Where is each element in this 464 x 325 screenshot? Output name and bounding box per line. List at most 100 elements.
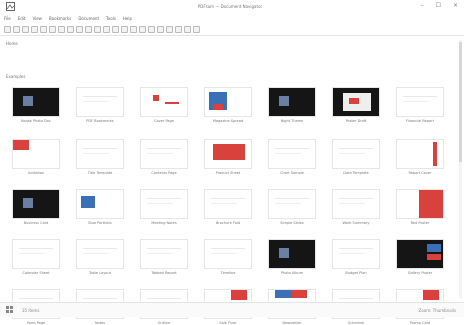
- toolbar-button-icon[interactable]: [31, 25, 38, 33]
- document-thumbnail[interactable]: [12, 87, 60, 117]
- breadcrumb[interactable]: Home: [6, 41, 18, 46]
- toolbar-button-icon[interactable]: [139, 25, 146, 33]
- toolbar-button-icon[interactable]: [175, 25, 182, 33]
- app-icon[interactable]: [6, 2, 15, 14]
- document-thumbnail[interactable]: [140, 87, 188, 117]
- toolbar-button-icon[interactable]: [166, 25, 173, 33]
- document-thumbnail[interactable]: [268, 139, 316, 169]
- document-thumbnail[interactable]: [204, 139, 252, 169]
- toolbar-button-icon[interactable]: [76, 25, 83, 33]
- toolbar-button-icon[interactable]: [13, 25, 20, 33]
- maximize-button[interactable]: ☐: [436, 2, 441, 9]
- thumbnail-caption: Invitation: [27, 171, 45, 175]
- grid-view-icon[interactable]: [6, 306, 14, 316]
- thumbnail-line: [339, 198, 373, 199]
- document-thumbnail[interactable]: [76, 139, 124, 169]
- thumbnail-line: [83, 248, 117, 249]
- thumbnail-caption: PDF Bookmarks: [86, 119, 114, 123]
- toolbar-divider: [0, 35, 464, 36]
- thumbnail-line: [339, 203, 365, 204]
- document-thumbnail[interactable]: [140, 189, 188, 219]
- document-thumbnail[interactable]: [204, 239, 252, 269]
- toolbar-button-icon[interactable]: [184, 25, 191, 33]
- document-thumbnail[interactable]: [140, 139, 188, 169]
- thumbnail-graphic: [419, 190, 443, 218]
- document-thumbnail[interactable]: [12, 189, 60, 219]
- document-thumbnail[interactable]: [76, 87, 124, 117]
- menu-document[interactable]: Document: [78, 16, 99, 24]
- document-thumbnail[interactable]: [332, 87, 380, 117]
- document-thumbnail[interactable]: [396, 189, 444, 219]
- thumbnail-caption: Data Template: [343, 171, 369, 175]
- document-thumbnail[interactable]: [268, 189, 316, 219]
- toolbar-button-icon[interactable]: [94, 25, 101, 33]
- document-thumbnail[interactable]: [12, 139, 60, 169]
- document-thumbnail[interactable]: [268, 239, 316, 269]
- document-thumbnail[interactable]: [396, 139, 444, 169]
- thumbnail-line: [275, 153, 301, 154]
- status-text: 35 items: [22, 308, 40, 313]
- thumbnail-line: [83, 253, 109, 254]
- menu-tools[interactable]: Tools: [106, 16, 116, 24]
- document-thumbnail[interactable]: [332, 139, 380, 169]
- menu-file[interactable]: File: [4, 16, 11, 24]
- thumbnail-line: [211, 253, 237, 254]
- thumbnail-line: [403, 96, 437, 97]
- thumbnail-graphic: [291, 290, 307, 298]
- thumbnail-caption: Form Page: [26, 321, 46, 325]
- toolbar-button-icon[interactable]: [121, 25, 128, 33]
- toolbar-button-icon[interactable]: [58, 25, 65, 33]
- document-thumbnail[interactable]: [12, 239, 60, 269]
- thumbnail-graphic: [23, 198, 33, 208]
- toolbar-button-icon[interactable]: [40, 25, 47, 33]
- thumbnail-graphic: [213, 104, 223, 110]
- toolbar-button-icon[interactable]: [22, 25, 29, 33]
- thumbnail-graphic: [213, 144, 245, 160]
- menu-bookmarks[interactable]: Bookmarks: [49, 16, 71, 24]
- minimize-button[interactable]: –: [421, 2, 424, 9]
- document-thumbnail[interactable]: [332, 239, 380, 269]
- menu-help[interactable]: Help: [123, 16, 132, 24]
- document-thumbnail[interactable]: [204, 189, 252, 219]
- document-thumbnail[interactable]: [396, 239, 444, 269]
- scrollbar-thumb[interactable]: [459, 42, 462, 162]
- thumbnail-line: [147, 253, 173, 254]
- toolbar-button-icon[interactable]: [130, 25, 137, 33]
- document-thumbnail[interactable]: [268, 87, 316, 117]
- thumbnail-line: [19, 253, 45, 254]
- toolbar-button-icon[interactable]: [148, 25, 155, 33]
- toolbar-button-icon[interactable]: [67, 25, 74, 33]
- thumbnail-grid: Kodak Photo Doc PDF Bookmarks Cover Page Ma…: [12, 87, 452, 325]
- thumbnail-line: [211, 248, 245, 249]
- toolbar-button-icon[interactable]: [49, 25, 56, 33]
- toolbar-button-icon[interactable]: [157, 25, 164, 33]
- close-button[interactable]: ×: [453, 2, 458, 9]
- toolbar-button-icon[interactable]: [85, 25, 92, 33]
- thumbnail-caption: Financial Report: [405, 119, 435, 123]
- menu-view[interactable]: View: [32, 16, 42, 24]
- thumbnail-caption: Poster Draft: [345, 119, 367, 123]
- thumbnail-line: [211, 198, 245, 199]
- thumbnail-caption: Contents Page: [151, 171, 177, 175]
- document-thumbnail[interactable]: [140, 239, 188, 269]
- document-thumbnail[interactable]: [204, 87, 252, 117]
- zoom-status[interactable]: Zoom: Thumbnails: [419, 308, 456, 313]
- thumbnail-line: [147, 198, 181, 199]
- document-thumbnail[interactable]: [332, 189, 380, 219]
- toolbar-button-icon[interactable]: [4, 25, 11, 33]
- thumbnail-graphic: [165, 102, 179, 104]
- document-thumbnail[interactable]: [76, 189, 124, 219]
- thumbnail-caption: Cover Page: [154, 119, 174, 123]
- document-thumbnail[interactable]: [76, 239, 124, 269]
- toolbar-button-icon[interactable]: [103, 25, 110, 33]
- thumbnail-graphic: [231, 290, 247, 300]
- toolbar-button-icon[interactable]: [193, 25, 200, 33]
- thumbnail-graphic: [427, 244, 441, 252]
- toolbar-button-icon[interactable]: [112, 25, 119, 33]
- thumbnail-line: [339, 148, 373, 149]
- menu-edit[interactable]: Edit: [18, 16, 26, 24]
- thumbnail-line: [83, 298, 117, 299]
- thumbnail-line: [19, 248, 53, 249]
- thumbnail-graphic: [81, 196, 95, 208]
- document-thumbnail[interactable]: [396, 87, 444, 117]
